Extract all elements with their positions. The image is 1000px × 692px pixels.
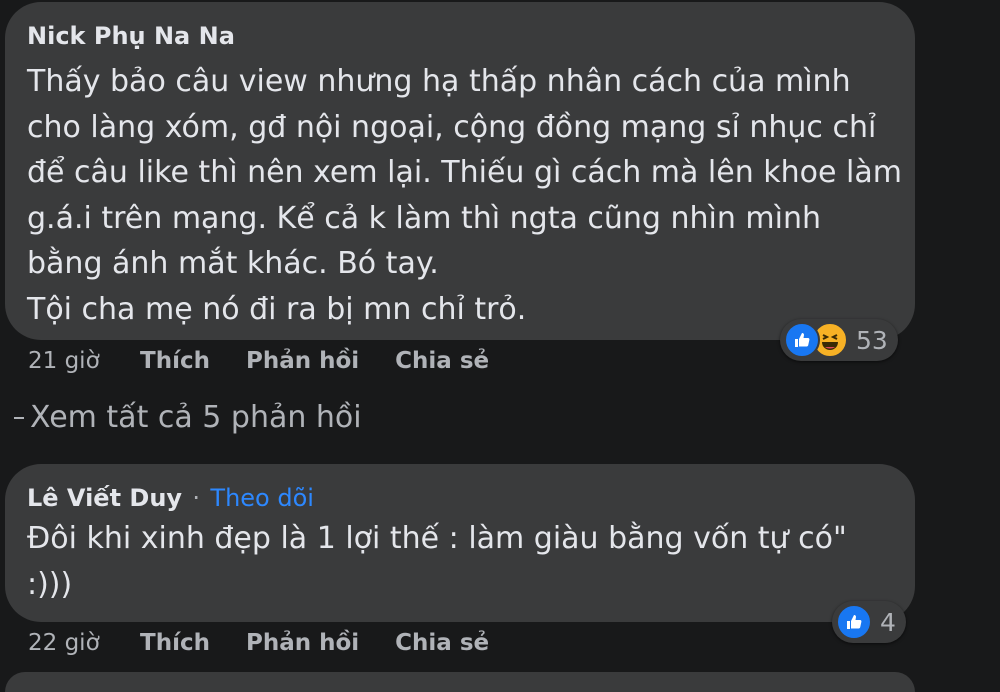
like-icon bbox=[784, 322, 820, 358]
reaction-summary[interactable]: 53 bbox=[780, 319, 898, 361]
reply-button[interactable]: Phản hồi bbox=[246, 630, 359, 656]
follow-link[interactable]: Theo dõi bbox=[210, 484, 314, 512]
share-button[interactable]: Chia sẻ bbox=[395, 348, 489, 374]
separator-dot: · bbox=[192, 484, 201, 512]
reply-thread-line bbox=[14, 416, 24, 419]
comment-author[interactable]: Nick Phụ Na Na bbox=[27, 22, 235, 50]
share-button[interactable]: Chia sẻ bbox=[395, 630, 489, 656]
like-button[interactable]: Thích bbox=[140, 348, 210, 374]
comment-text: Thấy bảo câu view nhưng hạ thấp nhân các… bbox=[27, 64, 902, 327]
reaction-count: 53 bbox=[856, 325, 888, 355]
like-button[interactable]: Thích bbox=[140, 630, 210, 656]
reply-button[interactable]: Phản hồi bbox=[246, 348, 359, 374]
comment-text: Đôi khi xinh đẹp là 1 lợi thế : làm giàu… bbox=[27, 521, 847, 602]
reaction-count: 4 bbox=[880, 607, 896, 637]
comment-bubble-1: Nick Phụ Na Na Thấy bảo câu view nhưng h… bbox=[5, 2, 915, 340]
comment-actions: 22 giờ Thích Phản hồi Chia sẻ bbox=[28, 630, 525, 656]
view-all-replies-label: Xem tất cả 5 phản hồi bbox=[30, 400, 362, 435]
comment-timestamp[interactable]: 21 giờ bbox=[28, 348, 140, 374]
comment-author[interactable]: Lê Viết Duy bbox=[27, 484, 182, 512]
comment-actions: 21 giờ Thích Phản hồi Chia sẻ bbox=[28, 348, 525, 374]
comment-timestamp[interactable]: 22 giờ bbox=[28, 630, 140, 656]
next-comment-bubble-edge bbox=[5, 672, 915, 692]
like-icon bbox=[836, 604, 872, 640]
comment-author-line: Lê Viết Duy · Theo dõi bbox=[27, 484, 314, 512]
view-all-replies-link[interactable]: Xem tất cả 5 phản hồi bbox=[14, 400, 362, 435]
reaction-summary[interactable]: 4 bbox=[832, 601, 906, 643]
